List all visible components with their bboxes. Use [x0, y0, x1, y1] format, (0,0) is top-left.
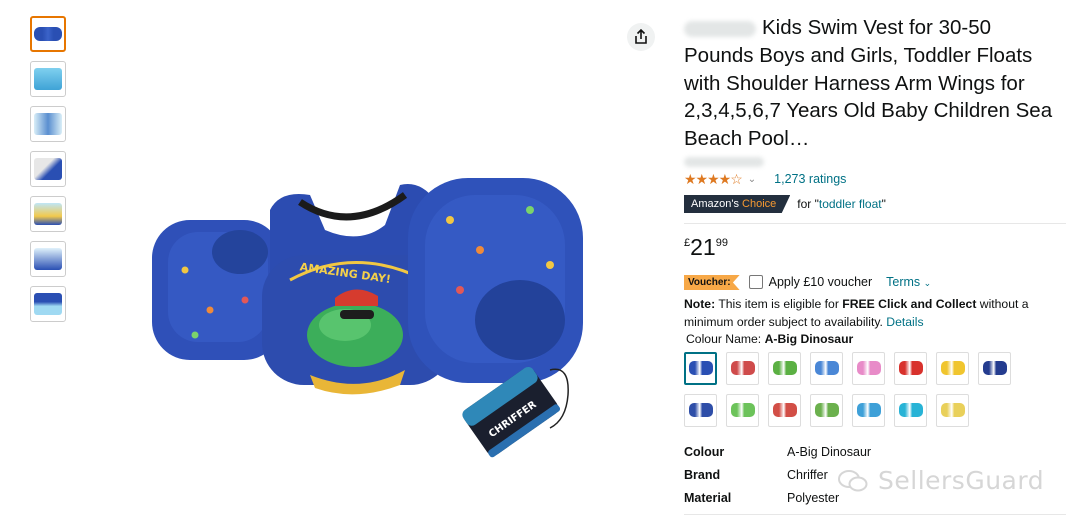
note-text-1: This item is eligible for — [715, 296, 843, 311]
colour-swatch[interactable] — [810, 393, 843, 427]
share-icon — [635, 29, 647, 44]
thumbnail-3[interactable] — [30, 106, 66, 142]
swatch-image — [940, 403, 965, 418]
blurred-brand — [684, 20, 756, 37]
star-rating-icon[interactable]: ★★★★☆ — [684, 171, 743, 188]
colour-swatch[interactable] — [684, 351, 717, 385]
choice-for-text: for " — [797, 196, 819, 211]
collect-note: Note: This item is eligible for FREE Cli… — [684, 295, 1054, 331]
swatch-image — [688, 361, 713, 376]
price-whole: 21 — [690, 233, 716, 260]
swatch-image — [730, 361, 755, 376]
ratings-count-link[interactable]: 1,273 ratings — [774, 172, 846, 186]
colour-swatch[interactable] — [936, 393, 969, 427]
product-title: Kids Swim Vest for 30-50 Pounds Boys and… — [684, 14, 1054, 153]
amazons-choice-badge: Amazon's Choice — [684, 194, 791, 213]
watermark-text: SellersGuard — [878, 466, 1045, 495]
colour-swatch[interactable] — [726, 393, 759, 427]
swatch-image — [856, 403, 881, 418]
chevron-down-icon: ⌄ — [923, 278, 932, 289]
spec-key: Material — [684, 491, 732, 506]
blurred-store-link[interactable] — [684, 156, 764, 167]
chevron-down-icon[interactable]: ⌄ — [748, 174, 756, 185]
thumbnail-list — [30, 16, 68, 331]
swatch-image — [814, 403, 839, 418]
colour-label: Colour Name: — [686, 331, 765, 346]
swatch-image — [730, 403, 755, 418]
choice-keyword: for "toddler float" — [797, 197, 886, 211]
divider — [684, 222, 1066, 224]
swatch-image — [814, 361, 839, 376]
amazons-choice-row: Amazon's Choice for "toddler float" — [684, 194, 1054, 213]
colour-swatch[interactable] — [894, 351, 927, 385]
colour-swatch[interactable] — [978, 351, 1011, 385]
price: £ 21 99 — [684, 234, 1054, 261]
voucher-badge: Voucher: — [684, 274, 740, 290]
details-link[interactable]: Details — [886, 315, 923, 329]
colour-swatch[interactable] — [684, 393, 717, 427]
product-info: Kids Swim Vest for 30-50 Pounds Boys and… — [684, 14, 1066, 515]
colour-value: A-Big Dinosaur — [764, 331, 854, 346]
colour-swatch[interactable] — [768, 393, 801, 427]
watermark: SellersGuard — [838, 466, 1044, 495]
swatch-image — [982, 361, 1007, 376]
thumbnail-5[interactable] — [30, 196, 66, 232]
divider — [684, 513, 1066, 515]
colour-swatch[interactable] — [894, 393, 927, 427]
swatch-image — [772, 403, 797, 418]
voucher-row: Voucher: Apply £10 voucher Terms ⌄ — [684, 274, 1054, 290]
colour-swatch[interactable] — [768, 351, 801, 385]
terms-link[interactable]: Terms ⌄ — [886, 275, 931, 289]
price-fraction: 99 — [715, 236, 728, 249]
spec-value: A-Big Dinosaur — [787, 445, 872, 460]
thumbnail-4[interactable] — [30, 151, 66, 187]
colour-swatch[interactable] — [936, 351, 969, 385]
spec-key: Colour — [684, 445, 725, 460]
choice-keyword-link[interactable]: toddler float — [819, 197, 882, 211]
note-prefix: Note: — [684, 296, 716, 311]
colour-swatch[interactable] — [852, 351, 885, 385]
product-image[interactable]: AMAZING DAY! CHRIFFER — [150, 170, 590, 460]
voucher-label[interactable]: Apply £10 voucher — [769, 275, 873, 289]
voucher-checkbox[interactable] — [748, 275, 763, 290]
choice-close-quote: " — [881, 196, 886, 211]
colour-swatch[interactable] — [810, 351, 843, 385]
right-arm-wing — [408, 178, 583, 383]
spec-key: Brand — [684, 468, 721, 483]
badge-choice-text: Choice — [742, 197, 777, 210]
colour-swatch[interactable] — [726, 351, 759, 385]
swatch-image — [898, 403, 923, 418]
thumbnail-7[interactable] — [30, 286, 66, 322]
swatch-image — [940, 361, 965, 376]
spec-row: Colour A-Big Dinosaur — [684, 441, 1054, 464]
share-button[interactable] — [627, 23, 655, 51]
terms-text: Terms — [886, 275, 921, 290]
colour-swatches — [684, 351, 1044, 427]
thumbnail-2[interactable] — [30, 61, 66, 97]
spec-value: Chriffer — [787, 468, 828, 483]
thumbnail-1[interactable] — [30, 16, 66, 52]
badge-amazon-text: Amazon's — [691, 197, 743, 210]
swatch-image — [856, 361, 881, 376]
swatch-image — [772, 361, 797, 376]
colour-name: Colour Name: A-Big Dinosaur — [686, 332, 1054, 346]
colour-swatch[interactable] — [852, 393, 885, 427]
thumbnail-6[interactable] — [30, 241, 66, 277]
swatch-image — [688, 403, 713, 418]
rating-row: ★★★★☆ ⌄ 1,273 ratings — [684, 171, 1054, 188]
chat-bubble-icon — [838, 469, 868, 491]
note-bold: FREE Click and Collect — [842, 296, 977, 311]
spec-value: Polyester — [787, 491, 840, 506]
swatch-image — [898, 361, 923, 376]
